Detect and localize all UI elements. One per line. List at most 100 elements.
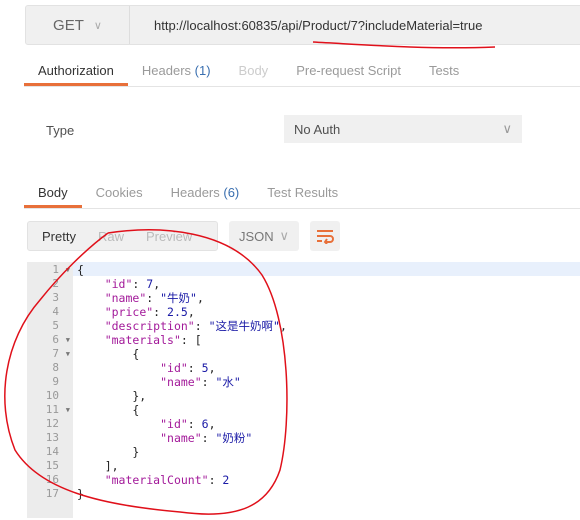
code-line: { (77, 403, 139, 417)
fold-arrow-icon[interactable]: ▼ (66, 263, 70, 277)
line-number: 15 (45, 459, 59, 472)
tab-response-headers[interactable]: Headers (6) (157, 178, 254, 208)
code-line: "name": "水" (77, 375, 241, 389)
auth-type-value: No Auth (294, 121, 341, 137)
headers-count: (1) (194, 63, 211, 78)
request-tabs: Authorization Headers (1) Body Pre-reque… (24, 56, 580, 87)
tab-label: Test Results (267, 185, 339, 200)
code-token: : (187, 361, 202, 375)
code-token: 6 (201, 417, 209, 431)
code-token: : (201, 431, 216, 445)
code-token: "id" (104, 277, 133, 291)
code-token: ], (77, 459, 119, 473)
code-token: , (196, 291, 204, 305)
code-token: 5 (201, 361, 209, 375)
line-number: 13 (45, 431, 59, 444)
code-line: "name": "牛奶", (77, 291, 204, 305)
code-line: "name": "奶粉" (77, 431, 252, 445)
line-number: 6 ▼ (52, 333, 70, 347)
line-number: 4 (52, 305, 59, 318)
code-line: "materials": [ (77, 333, 202, 347)
tab-test-results[interactable]: Test Results (253, 178, 352, 208)
method-label: GET (53, 16, 84, 34)
code-token: "这是牛奶啊" (208, 319, 280, 333)
chevron-down-icon: ∨ (502, 121, 512, 136)
tab-tests[interactable]: Tests (415, 56, 473, 86)
line-number: 9 (52, 375, 59, 388)
response-body-editor[interactable]: 1 ▼ 2 3 4 5 6 ▼ 7 ▼ 8 9 10 11 ▼ 12 13 14 15 16 17 { "id": 7,… (27, 262, 580, 518)
code-token: : (132, 277, 147, 291)
tab-label: Headers (141, 63, 192, 78)
tab-response-body[interactable]: Body (24, 178, 82, 208)
tab-authorization[interactable]: Authorization (24, 56, 128, 86)
code-line: "id": 5, (77, 361, 216, 375)
format-select[interactable]: JSON ∨ (229, 221, 299, 251)
code-token: } (77, 487, 84, 501)
code-token: : (201, 375, 216, 389)
line-number: 5 (52, 319, 59, 332)
code-token: , (208, 417, 216, 431)
tab-body[interactable]: Body (225, 56, 283, 86)
code-line: "description": "这是牛奶啊", (77, 319, 287, 333)
tab-headers[interactable]: Headers (1) (128, 56, 225, 86)
code-token: "materialCount" (104, 473, 209, 487)
fold-arrow-icon[interactable]: ▼ (66, 347, 70, 361)
code-token: "materials" (104, 333, 181, 347)
fold-arrow-icon[interactable]: ▼ (66, 333, 70, 347)
code-token: "牛奶" (160, 291, 197, 305)
code-token: "name" (160, 431, 202, 445)
tab-label: Tests (428, 63, 460, 78)
view-pretty-button[interactable]: Pretty (42, 229, 76, 244)
tab-pre-request-script[interactable]: Pre-request Script (282, 56, 415, 86)
code-line: "id": 6, (77, 417, 216, 431)
code-token: "id" (160, 417, 188, 431)
wrap-lines-button[interactable] (310, 221, 340, 251)
code-token: : [ (180, 333, 202, 347)
headers-count: (6) (223, 185, 240, 200)
code-line: "id": 7, (77, 277, 160, 291)
code-token: { (77, 347, 140, 361)
fold-arrow-icon[interactable]: ▼ (66, 403, 70, 417)
code-line: ], (77, 459, 119, 473)
tab-cookies[interactable]: Cookies (82, 178, 157, 208)
line-number-gutter: 1 ▼ 2 3 4 5 6 ▼ 7 ▼ 8 9 10 11 ▼ 12 13 14 15 16 17 (27, 262, 73, 518)
code-token: : (194, 319, 209, 333)
line-number: 8 (52, 361, 59, 374)
view-raw-button[interactable]: Raw (98, 229, 124, 244)
view-preview-button[interactable]: Preview (146, 229, 192, 244)
code-line: } (77, 487, 84, 501)
code-line: }, (77, 389, 146, 403)
line-number: 16 (45, 473, 59, 486)
code-line: } (77, 445, 139, 459)
url-input[interactable]: http://localhost:60835/api/Product/7?inc… (154, 18, 482, 33)
code-token: , (279, 319, 287, 333)
tab-label: Cookies (95, 185, 143, 200)
active-line-highlight (73, 262, 580, 276)
code-token: 2.5 (167, 305, 188, 319)
code-token: { (77, 263, 84, 277)
code-token: } (77, 445, 140, 459)
code-token: "name" (160, 375, 202, 389)
tab-label: Pre-request Script (296, 63, 401, 78)
line-number: 7 ▼ (52, 347, 70, 361)
line-number: 10 (45, 389, 59, 402)
method-select[interactable]: GET ∨ (26, 6, 130, 44)
tab-label: Body (38, 185, 68, 200)
wrap-lines-icon (317, 230, 334, 244)
line-number: 1 ▼ (52, 263, 70, 277)
response-tabs: Body Cookies Headers (6) Test Results (24, 178, 580, 209)
tab-label: Body (238, 63, 269, 78)
code-token: , (208, 361, 216, 375)
code-token: "price" (104, 305, 154, 319)
code-token: "id" (160, 361, 188, 375)
code-token: , (187, 305, 195, 319)
auth-type-select[interactable]: No Auth ∨ (284, 115, 522, 143)
line-number: 2 (52, 277, 59, 290)
